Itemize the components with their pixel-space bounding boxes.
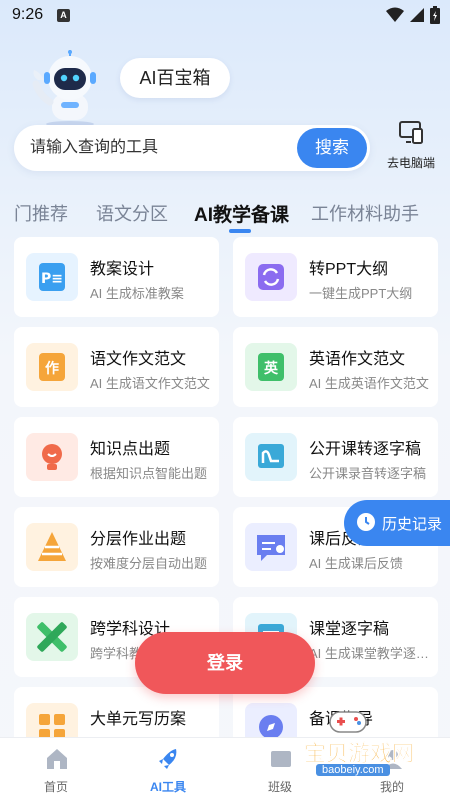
robot-mascot-icon: [32, 50, 96, 127]
watermark-url: baobeiy.com: [316, 764, 390, 776]
card-desc: 一键生成PPT大纲: [309, 286, 413, 301]
go-to-pc-button[interactable]: 去电脑端: [378, 120, 444, 176]
status-icons: [386, 6, 440, 24]
card-title: 公开课转逐字稿: [309, 441, 422, 458]
search-input[interactable]: [30, 125, 300, 171]
nav-home[interactable]: 首页: [0, 738, 112, 800]
card-title: 转PPT大纲: [309, 261, 389, 278]
card-title: 课堂逐字稿: [309, 621, 390, 638]
nav-home-label: 首页: [43, 780, 68, 794]
card-desc: 按难度分层自动出题: [90, 556, 208, 571]
history-button[interactable]: 历史记录: [344, 500, 450, 546]
home-icon: [47, 749, 67, 769]
card-title: 英语作文范文: [309, 351, 406, 368]
go-to-pc-label: 去电脑端: [386, 156, 435, 170]
nav-class-label: 班级: [267, 780, 292, 794]
status-bar: 9:26 A: [0, 0, 450, 30]
card-title: 分层作业出题: [90, 531, 187, 548]
card-desc: AI 生成课后反馈: [309, 556, 403, 571]
tab-work-materials[interactable]: 工作材料助手: [311, 200, 419, 226]
bulb-icon: [26, 433, 78, 481]
card-desc: AI 生成标准教案: [90, 286, 184, 301]
clock-icon: [357, 513, 375, 531]
tool-card-english-essay[interactable]: 英 英语作文范文 AI 生成英语作文范文: [233, 327, 438, 407]
tool-card-ppt-outline[interactable]: 转PPT大纲 一键生成PPT大纲: [233, 237, 438, 317]
nav-ai-tools[interactable]: AI工具: [112, 738, 224, 800]
wifi-icon: [386, 7, 404, 22]
ai-toolbox-title: AI百宝箱: [120, 58, 230, 98]
card-desc: AI 生成课堂教学逐字稿: [309, 646, 429, 661]
gamepad-logo-icon: [329, 711, 367, 733]
notification-icon: A: [57, 9, 70, 22]
signal-icon: [410, 8, 424, 22]
card-title: 大单元写历案: [90, 711, 187, 728]
tab-recommend[interactable]: 门推荐: [14, 200, 68, 226]
card-title: 教案设计: [90, 261, 155, 278]
computer-icon: [399, 121, 423, 144]
transcript-icon: [245, 433, 297, 481]
english-essay-icon: 英: [245, 343, 297, 391]
tab-ai-lesson-prep[interactable]: AI教学备课: [194, 200, 289, 227]
tool-card-layered-homework[interactable]: 分层作业出题 按难度分层自动出题: [14, 507, 219, 587]
lesson-plan-icon: P≡: [26, 253, 78, 301]
tab-chinese[interactable]: 语文分区: [96, 200, 168, 226]
nav-profile-label: 我的: [379, 780, 404, 794]
svg-text:P≡: P≡: [41, 271, 63, 287]
card-title: 知识点出题: [90, 441, 171, 458]
card-desc: AI 生成英语作文范文: [309, 376, 429, 391]
search-bar: 搜索: [14, 125, 370, 171]
card-desc: 根据知识点智能出题: [90, 466, 208, 481]
tool-card-chinese-essay[interactable]: 作 语文作文范文 AI 生成语文作文范文: [14, 327, 219, 407]
layers-icon: [26, 523, 78, 571]
battery-icon: [430, 6, 440, 24]
tool-card-knowledge-quiz[interactable]: 知识点出题 根据知识点智能出题: [14, 417, 219, 497]
card-title: 语文作文范文: [90, 351, 187, 368]
feedback-icon: [245, 523, 297, 571]
status-time: 9:26: [12, 6, 44, 23]
svg-text:作: 作: [45, 360, 59, 377]
chinese-essay-icon: 作: [26, 343, 78, 391]
history-label: 历史记录: [382, 516, 443, 533]
tool-card-lesson-plan[interactable]: P≡ 教案设计 AI 生成标准教案: [14, 237, 219, 317]
card-desc: AI 生成语文作文范文: [90, 376, 210, 391]
card-desc: 公开课录音转逐字稿: [309, 466, 427, 481]
watermark: 宝贝游戏网 baobeiy.com: [270, 700, 446, 780]
svg-text:英: 英: [263, 360, 279, 377]
category-tabs: 门推荐 语文分区 AI教学备课 工作材料助手: [0, 196, 450, 236]
login-button[interactable]: 登录: [135, 632, 315, 694]
rocket-icon: [159, 749, 177, 769]
tool-card-open-class-transcript[interactable]: 公开课转逐字稿 公开课录音转逐字稿: [233, 417, 438, 497]
ruler-pencil-icon: [26, 613, 78, 661]
search-button[interactable]: 搜索: [297, 128, 367, 168]
nav-ai-tools-label: AI工具: [149, 780, 186, 794]
ppt-convert-icon: [245, 253, 297, 301]
active-tab-indicator: [229, 229, 251, 233]
